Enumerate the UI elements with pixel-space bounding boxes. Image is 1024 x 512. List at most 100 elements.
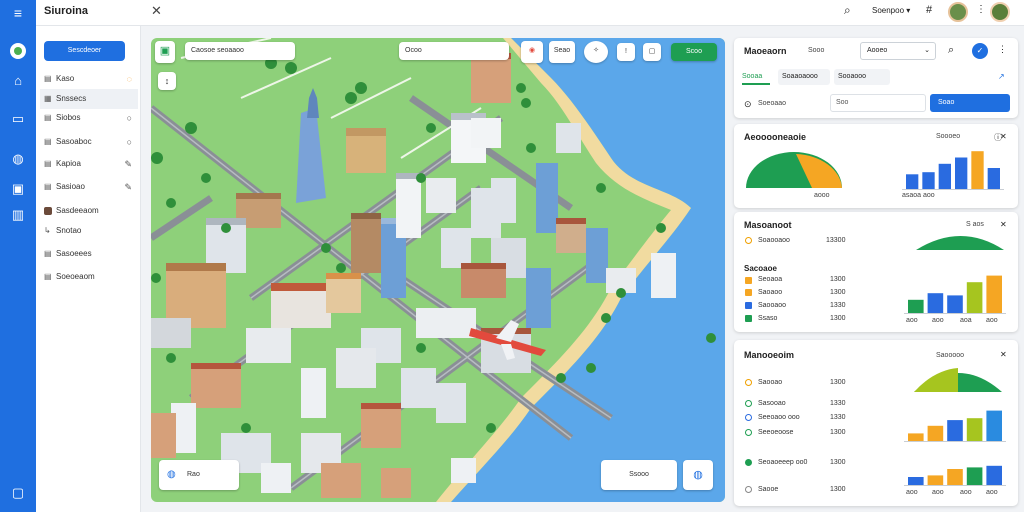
- sidebar-item-9[interactable]: ▤ Soeoeaom: [40, 267, 138, 287]
- sidebar-item-8[interactable]: ▤ Sasoeees: [40, 244, 138, 264]
- image-thumb-icon: [44, 207, 52, 215]
- card-overview: Aeooooneaoie Soooeo ⓘ ✕ aooo asaoa aoo: [734, 124, 1018, 208]
- logo-icon[interactable]: [9, 42, 27, 60]
- file-icon: ▤: [44, 113, 52, 122]
- chat-icon[interactable]: ▢: [643, 43, 661, 61]
- hash-icon[interactable]: #: [926, 4, 932, 16]
- menu-icon[interactable]: ≡: [9, 4, 27, 22]
- apply-button[interactable]: Soao: [930, 94, 1010, 112]
- row-value: 1330: [830, 400, 846, 407]
- row-label: Soaooaoo: [758, 237, 790, 244]
- card-meta: S aos: [966, 221, 984, 228]
- status-dot: [745, 237, 752, 244]
- card-management: Masoanoot S aos ✕ Soaooaoo 13300 Sacoaoe…: [734, 212, 1018, 332]
- close-icon[interactable]: ✕: [1000, 350, 1007, 359]
- chart-bar: [986, 410, 1002, 441]
- check-icon[interactable]: ✓: [972, 43, 988, 59]
- sidebar-item-4[interactable]: ▤ Kapioa ✎: [40, 154, 138, 174]
- row-label: Sasooao: [758, 400, 786, 407]
- map-bottom-left-control[interactable]: ◍ Rao: [159, 460, 239, 490]
- avatar[interactable]: [948, 2, 968, 22]
- gauge-small: [914, 368, 1002, 392]
- row-value: 1300: [830, 459, 846, 466]
- chart-bar: [906, 174, 919, 189]
- status-dot: [745, 459, 752, 466]
- chart-bar: [908, 299, 924, 313]
- media-icon[interactable]: ▣: [9, 180, 27, 198]
- map-toolbar[interactable]: Ocoo: [399, 42, 509, 60]
- row-label: Seoaoa: [758, 276, 783, 283]
- more-icon[interactable]: ⋮: [998, 44, 1007, 55]
- edit-icon: ✎: [124, 159, 132, 169]
- avatar-secondary[interactable]: [990, 2, 1010, 22]
- file-icon: ▤: [44, 249, 52, 258]
- chart-bar: [986, 465, 1002, 485]
- search-dropdown[interactable]: Soenpoo ▾: [872, 6, 910, 15]
- vertical-more-icon[interactable]: ⋮: [976, 4, 986, 15]
- location-search[interactable]: Caosoe seoaaoo: [185, 42, 295, 60]
- filter-select[interactable]: Aooeo ⌄: [860, 42, 936, 60]
- chart-bar: [947, 295, 963, 313]
- settings-icon[interactable]: ▢: [9, 484, 27, 502]
- close-icon[interactable]: ✕: [1000, 132, 1007, 141]
- sidebar: Sescdeoer ▤ Kaso ◌ ▦ Snssecs ▤ Siobos ○ ▤ Saso…: [36, 26, 141, 512]
- card-meta: Saooooo: [936, 352, 965, 359]
- search-icon[interactable]: ⌕: [948, 44, 954, 57]
- alert-icon: ◌: [126, 74, 132, 84]
- chart-bar: [987, 168, 1000, 189]
- compass-icon[interactable]: ✧: [584, 41, 608, 63]
- sidebar-item-1[interactable]: ▦ Snssecs: [40, 89, 138, 109]
- sidebar-item-5[interactable]: ▤ Sasioao ✎: [40, 177, 138, 197]
- globe-icon[interactable]: ◍: [9, 150, 27, 168]
- go-button[interactable]: Scoo: [671, 43, 717, 61]
- layers-icon[interactable]: ▥: [9, 206, 27, 224]
- close-icon[interactable]: ✕: [151, 3, 162, 19]
- info-icon[interactable]: !: [617, 43, 635, 61]
- map-bottom-right-control[interactable]: Ssooo: [601, 460, 677, 490]
- search-icon[interactable]: ⌕: [844, 3, 851, 18]
- bar-label: aoo: [986, 317, 998, 324]
- bar-label: aoo: [986, 489, 998, 496]
- panel-title: Maoeaorn: [744, 46, 787, 56]
- chart-bar: [908, 433, 924, 441]
- close-icon[interactable]: ✕: [1000, 220, 1007, 229]
- chart-bar: [947, 420, 963, 441]
- inbox-icon[interactable]: ▭: [9, 110, 27, 128]
- map-logo-icon[interactable]: ▣: [155, 41, 175, 63]
- row-label: Seoaoeeep oo0: [758, 459, 808, 466]
- row-label: Saooaoo: [758, 302, 787, 309]
- tab-1[interactable]: Soaaoaooo: [778, 69, 830, 85]
- sidebar-item-2[interactable]: ▤ Siobos ○: [40, 108, 138, 128]
- search-field[interactable]: Soo: [830, 94, 926, 112]
- tab-0[interactable]: Sooaa: [742, 69, 770, 85]
- gauge-small: [916, 236, 1004, 250]
- locate-icon[interactable]: ↕: [158, 72, 176, 90]
- bar-chart-management: [904, 275, 1006, 314]
- status-dot: [745, 414, 752, 421]
- city-map[interactable]: ▣ Caosoe seoaaoo Ocoo ◉ Seao ✧ ! ▢ Scoo …: [151, 38, 725, 502]
- chart-bar: [947, 469, 963, 485]
- sidebar-item-6[interactable]: Sasdeeaom: [40, 201, 138, 221]
- share-button[interactable]: Seao: [549, 41, 575, 63]
- top-bar: Siuroina ✕ ⌕ Soenpoo ▾ # ⋮: [36, 0, 1024, 26]
- sidebar-item-label: Sasdeeaom: [56, 206, 99, 215]
- settings-icon: ⊙: [744, 99, 752, 109]
- sidebar-item-label: Sasoaboc: [56, 137, 92, 146]
- sidebar-item-0[interactable]: ▤ Kaso ◌: [40, 69, 138, 89]
- row-value: 13300: [826, 237, 846, 244]
- home-icon[interactable]: ⌂: [9, 72, 27, 90]
- primary-button[interactable]: Sescdeoer: [44, 41, 125, 61]
- bottom-right-label: Ssooo: [629, 471, 649, 478]
- sidebar-item-3[interactable]: ▤ Sasoaboc ○: [40, 132, 138, 152]
- navigation-icon[interactable]: ◍: [683, 460, 713, 490]
- row-label: Saooe: [758, 486, 779, 493]
- map-canvas[interactable]: [151, 38, 725, 502]
- panel-sub: Sooo: [808, 47, 825, 54]
- sidebar-item-7[interactable]: ↳ Snotao: [40, 221, 138, 241]
- pin-icon[interactable]: ◉: [521, 41, 543, 63]
- expand-icon[interactable]: ↗: [998, 72, 1005, 81]
- card-title: Masoanoot: [744, 220, 792, 230]
- status-dot: [745, 400, 752, 407]
- tab-2[interactable]: Sooaooo: [834, 69, 890, 85]
- app-rail: ≡ ⌂ ▭ ◍ ▣ ▥ ▢: [0, 0, 36, 512]
